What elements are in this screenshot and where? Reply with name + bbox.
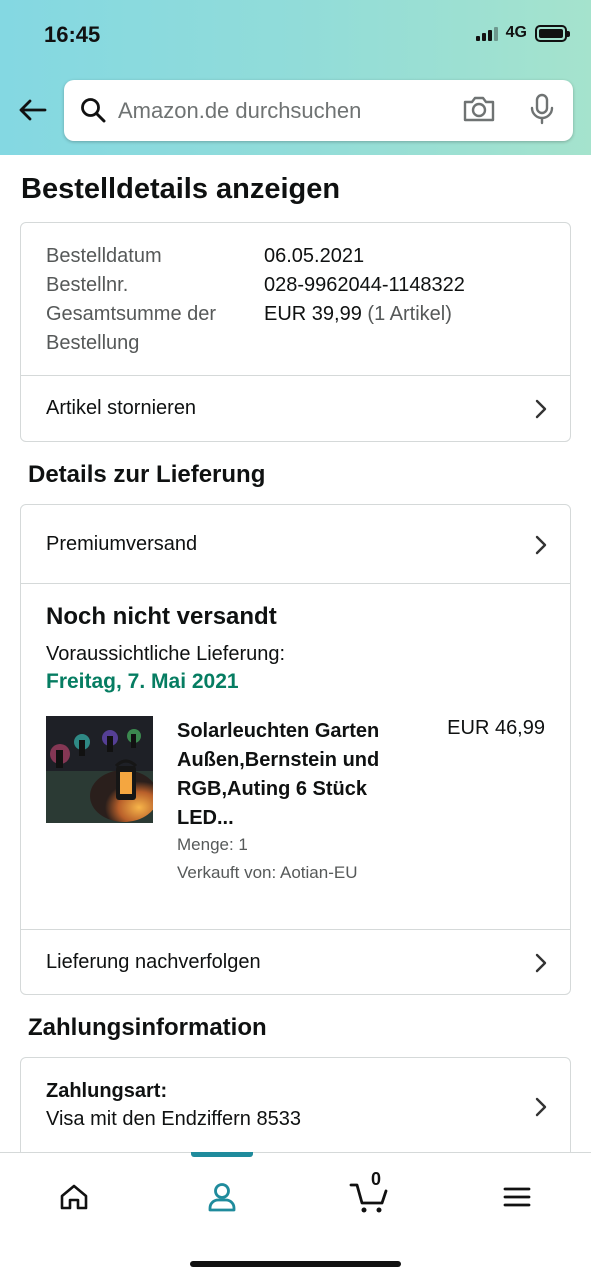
back-arrow-icon[interactable] bbox=[14, 92, 50, 128]
account-icon[interactable] bbox=[200, 1175, 244, 1219]
delivery-card: Premiumversand Noch nicht versandt Vorau… bbox=[20, 504, 571, 995]
order-date-label: Bestelldatum bbox=[46, 245, 162, 267]
bottom-nav: 0 bbox=[0, 1152, 591, 1280]
track-delivery-label: Lieferung nachverfolgen bbox=[46, 951, 261, 973]
product-title-line: RGB,Auting 6 Stück bbox=[177, 778, 368, 800]
expected-delivery-label: Voraussichtliche Lieferung: bbox=[46, 643, 286, 665]
order-date-value: 06.05.2021 bbox=[264, 245, 365, 267]
chevron-right-icon bbox=[534, 1096, 548, 1123]
cellular-signal-icon bbox=[475, 25, 498, 41]
product-seller: Verkauft von: Aotian-EU bbox=[177, 863, 358, 882]
cart-icon[interactable]: 0 bbox=[348, 1169, 392, 1219]
order-summary-card: Bestelldatum 06.05.2021 Bestellnr. 028-9… bbox=[20, 222, 571, 442]
delivery-section-title: Details zur Lieferung bbox=[28, 461, 266, 488]
payment-section-title: Zahlungsinformation bbox=[28, 1014, 267, 1041]
menu-icon[interactable] bbox=[495, 1175, 539, 1219]
expected-delivery-date: Freitag, 7. Mai 2021 bbox=[46, 670, 239, 693]
cancel-items-label: Artikel stornieren bbox=[46, 397, 197, 419]
cancel-items-row[interactable]: Artikel stornieren bbox=[21, 376, 570, 442]
search-input[interactable]: Amazon.de durchsuchen bbox=[118, 98, 361, 124]
divider bbox=[21, 583, 570, 584]
payment-method-label: Zahlungsart: bbox=[46, 1080, 168, 1102]
chevron-right-icon bbox=[534, 534, 548, 561]
product-title[interactable]: Solarleuchten Garten Außen,Bernstein und… bbox=[177, 717, 427, 833]
shipping-method-row[interactable]: Premiumversand bbox=[21, 505, 570, 583]
order-total-value: EUR 39,99 (1 Artikel) bbox=[264, 300, 452, 329]
status-time: 16:45 bbox=[44, 22, 101, 47]
chevron-right-icon bbox=[534, 952, 548, 979]
order-total-label-line1: Gesamtsumme der bbox=[46, 303, 217, 325]
search-bar[interactable]: Amazon.de durchsuchen bbox=[64, 80, 573, 141]
active-tab-indicator bbox=[191, 1152, 253, 1157]
status-indicators: 4G bbox=[475, 24, 570, 42]
order-total-items: (1 Artikel) bbox=[367, 303, 452, 325]
battery-icon bbox=[535, 24, 570, 42]
search-icon bbox=[80, 97, 106, 128]
product-price: EUR 46,99 bbox=[447, 717, 545, 739]
order-total-label-line2: Bestellung bbox=[46, 332, 140, 354]
microphone-icon[interactable] bbox=[529, 93, 555, 130]
shipping-method-label: Premiumversand bbox=[46, 533, 198, 555]
shipment-status: Noch nicht versandt bbox=[46, 603, 277, 630]
page-title: Bestelldetails anzeigen bbox=[21, 173, 341, 205]
product-image[interactable] bbox=[46, 716, 153, 823]
camera-icon[interactable] bbox=[462, 94, 496, 129]
product-title-line: Außen,Bernstein und bbox=[177, 749, 380, 771]
order-number-value: 028-9962044-1148322 bbox=[264, 274, 465, 296]
product-title-line: LED... bbox=[177, 807, 234, 829]
order-number-label: Bestellnr. bbox=[46, 274, 129, 296]
home-icon[interactable] bbox=[52, 1175, 96, 1219]
network-type: 4G bbox=[505, 24, 527, 41]
home-indicator bbox=[190, 1261, 401, 1267]
product-quantity: Menge: 1 bbox=[177, 835, 248, 854]
cart-count: 0 bbox=[370, 1169, 381, 1189]
payment-method-value: Visa mit den Endziffern 8533 bbox=[46, 1108, 301, 1130]
header: 16:45 4G Amazon.de durchsuchen bbox=[0, 0, 591, 155]
chevron-right-icon bbox=[534, 398, 548, 425]
track-delivery-row[interactable]: Lieferung nachverfolgen bbox=[21, 930, 570, 995]
order-total-amount: EUR 39,99 bbox=[264, 303, 362, 325]
product-title-line: Solarleuchten Garten bbox=[177, 720, 380, 742]
